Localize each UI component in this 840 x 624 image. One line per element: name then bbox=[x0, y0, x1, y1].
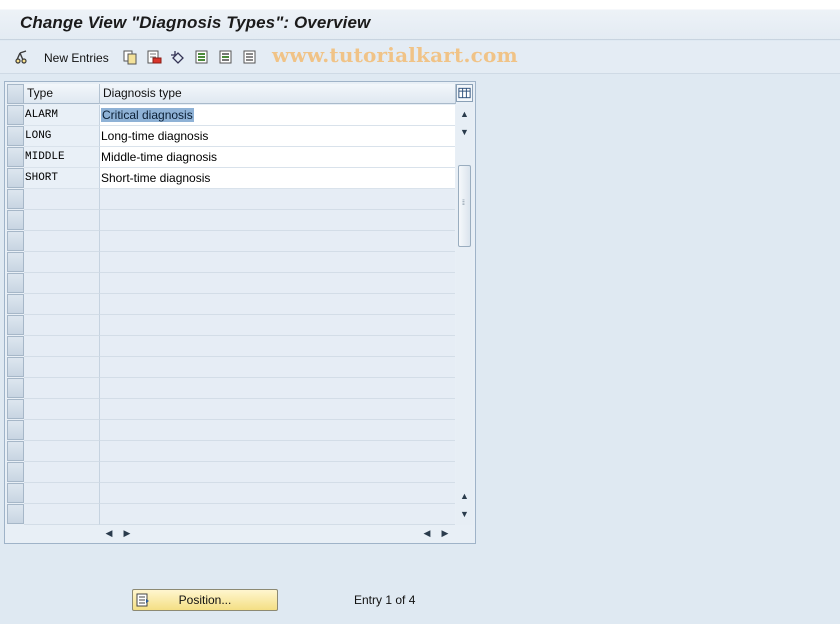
scroll-down-icon[interactable]: ▼ bbox=[458, 125, 471, 139]
empty-cell-diagnosis-type[interactable] bbox=[100, 483, 455, 504]
empty-cell-type[interactable] bbox=[24, 231, 100, 252]
row-selector[interactable] bbox=[7, 105, 24, 125]
glasses-icon[interactable] bbox=[14, 49, 30, 65]
empty-cell-diagnosis-type[interactable] bbox=[100, 378, 455, 399]
row-selector[interactable] bbox=[7, 357, 24, 377]
page-title: Change View "Diagnosis Types": Overview bbox=[20, 13, 371, 32]
row-selector[interactable] bbox=[7, 147, 24, 167]
scroll-left-icon[interactable]: ◀ bbox=[103, 526, 115, 540]
table-settings-icon[interactable] bbox=[456, 84, 473, 102]
empty-cell-type[interactable] bbox=[24, 210, 100, 231]
scroll-down-bottom-icon[interactable]: ▼ bbox=[458, 507, 471, 521]
select-all-icon[interactable] bbox=[194, 49, 210, 65]
cell-diagnosis-type[interactable]: Long-time diagnosis bbox=[100, 126, 455, 147]
empty-cell-type[interactable] bbox=[24, 420, 100, 441]
scroll-up-icon[interactable]: ▲ bbox=[458, 107, 471, 121]
row-selector[interactable] bbox=[7, 441, 24, 461]
empty-cell-diagnosis-type[interactable] bbox=[100, 420, 455, 441]
cell-diagnosis-type[interactable]: Middle-time diagnosis bbox=[100, 147, 455, 168]
empty-cell-type[interactable] bbox=[24, 357, 100, 378]
cell-type[interactable]: MIDDLE bbox=[24, 147, 100, 168]
row-selector[interactable] bbox=[7, 504, 24, 524]
row-selector[interactable] bbox=[7, 168, 24, 188]
empty-cell-diagnosis-type[interactable] bbox=[100, 294, 455, 315]
undo-icon[interactable] bbox=[170, 49, 186, 65]
entry-status: Entry 1 of 4 bbox=[354, 593, 416, 607]
row-selector[interactable] bbox=[7, 294, 24, 314]
empty-cell-type[interactable] bbox=[24, 378, 100, 399]
empty-cell-diagnosis-type[interactable] bbox=[100, 252, 455, 273]
select-all-rows[interactable] bbox=[7, 84, 24, 104]
scroll-thumb[interactable]: ⁞⁞ bbox=[458, 165, 471, 247]
scroll-right-icon[interactable]: ▶ bbox=[121, 526, 133, 540]
cell-type[interactable]: LONG bbox=[24, 126, 100, 147]
empty-cell-diagnosis-type[interactable] bbox=[100, 315, 455, 336]
row-selector[interactable] bbox=[7, 462, 24, 482]
empty-cell-diagnosis-type[interactable] bbox=[100, 336, 455, 357]
empty-cell-diagnosis-type[interactable] bbox=[100, 399, 455, 420]
cell-type[interactable]: ALARM bbox=[24, 105, 100, 126]
row-selector[interactable] bbox=[7, 273, 24, 293]
row-selector[interactable] bbox=[7, 189, 24, 209]
empty-cell-diagnosis-type[interactable] bbox=[100, 462, 455, 483]
empty-cell-type[interactable] bbox=[24, 252, 100, 273]
application-toolbar: New Entries www.tutorialkart.com bbox=[0, 41, 840, 74]
copy-icon[interactable] bbox=[122, 49, 138, 65]
row-selector[interactable] bbox=[7, 252, 24, 272]
position-button-label: Position... bbox=[178, 593, 232, 607]
table-control: Type Diagnosis type ALARM Critical diagno… bbox=[4, 81, 476, 544]
empty-cell-diagnosis-type[interactable] bbox=[100, 441, 455, 462]
selected-text: Critical diagnosis bbox=[101, 108, 194, 122]
empty-cell-type[interactable] bbox=[24, 504, 100, 525]
row-selector[interactable] bbox=[7, 231, 24, 251]
title-bar: Change View "Diagnosis Types": Overview bbox=[0, 0, 840, 40]
empty-cell-type[interactable] bbox=[24, 294, 100, 315]
row-selector[interactable] bbox=[7, 378, 24, 398]
empty-cell-diagnosis-type[interactable] bbox=[100, 231, 455, 252]
cell-diagnosis-type[interactable]: Critical diagnosis bbox=[100, 105, 455, 126]
empty-cell-type[interactable] bbox=[24, 315, 100, 336]
empty-cell-type[interactable] bbox=[24, 399, 100, 420]
empty-cell-diagnosis-type[interactable] bbox=[100, 210, 455, 231]
empty-cell-diagnosis-type[interactable] bbox=[100, 189, 455, 210]
row-selector[interactable] bbox=[7, 420, 24, 440]
row-selector[interactable] bbox=[7, 399, 24, 419]
new-entries-button[interactable]: New Entries bbox=[44, 51, 109, 65]
empty-cell-diagnosis-type[interactable] bbox=[100, 273, 455, 294]
cell-diagnosis-type[interactable]: Short-time diagnosis bbox=[100, 168, 455, 189]
delete-icon[interactable] bbox=[146, 49, 162, 65]
position-button[interactable]: Position... bbox=[132, 589, 278, 611]
row-selector[interactable] bbox=[7, 126, 24, 146]
scroll-up-bottom-icon[interactable]: ▲ bbox=[458, 489, 471, 503]
select-block-icon[interactable] bbox=[218, 49, 234, 65]
scroll-left-desc-icon[interactable]: ◀ bbox=[421, 526, 433, 540]
column-header-type[interactable]: Type bbox=[24, 84, 100, 104]
row-selector[interactable] bbox=[7, 315, 24, 335]
watermark: www.tutorialkart.com bbox=[272, 43, 518, 67]
empty-cell-type[interactable] bbox=[24, 189, 100, 210]
empty-cell-diagnosis-type[interactable] bbox=[100, 357, 455, 378]
empty-cell-type[interactable] bbox=[24, 462, 100, 483]
scroll-right-desc-icon[interactable]: ▶ bbox=[439, 526, 451, 540]
row-selector[interactable] bbox=[7, 483, 24, 503]
vertical-scrollbar[interactable]: ▲ ▼ ⁞⁞ ▲ ▼ bbox=[456, 105, 473, 525]
position-icon bbox=[136, 593, 149, 607]
empty-cell-type[interactable] bbox=[24, 483, 100, 504]
row-selector[interactable] bbox=[7, 336, 24, 356]
empty-cell-type[interactable] bbox=[24, 273, 100, 294]
column-header-diagnosis-type[interactable]: Diagnosis type bbox=[100, 84, 456, 104]
deselect-all-icon[interactable] bbox=[242, 49, 258, 65]
empty-cell-diagnosis-type[interactable] bbox=[100, 504, 455, 525]
cell-type[interactable]: SHORT bbox=[24, 168, 100, 189]
row-selector[interactable] bbox=[7, 210, 24, 230]
empty-cell-type[interactable] bbox=[24, 336, 100, 357]
empty-cell-type[interactable] bbox=[24, 441, 100, 462]
